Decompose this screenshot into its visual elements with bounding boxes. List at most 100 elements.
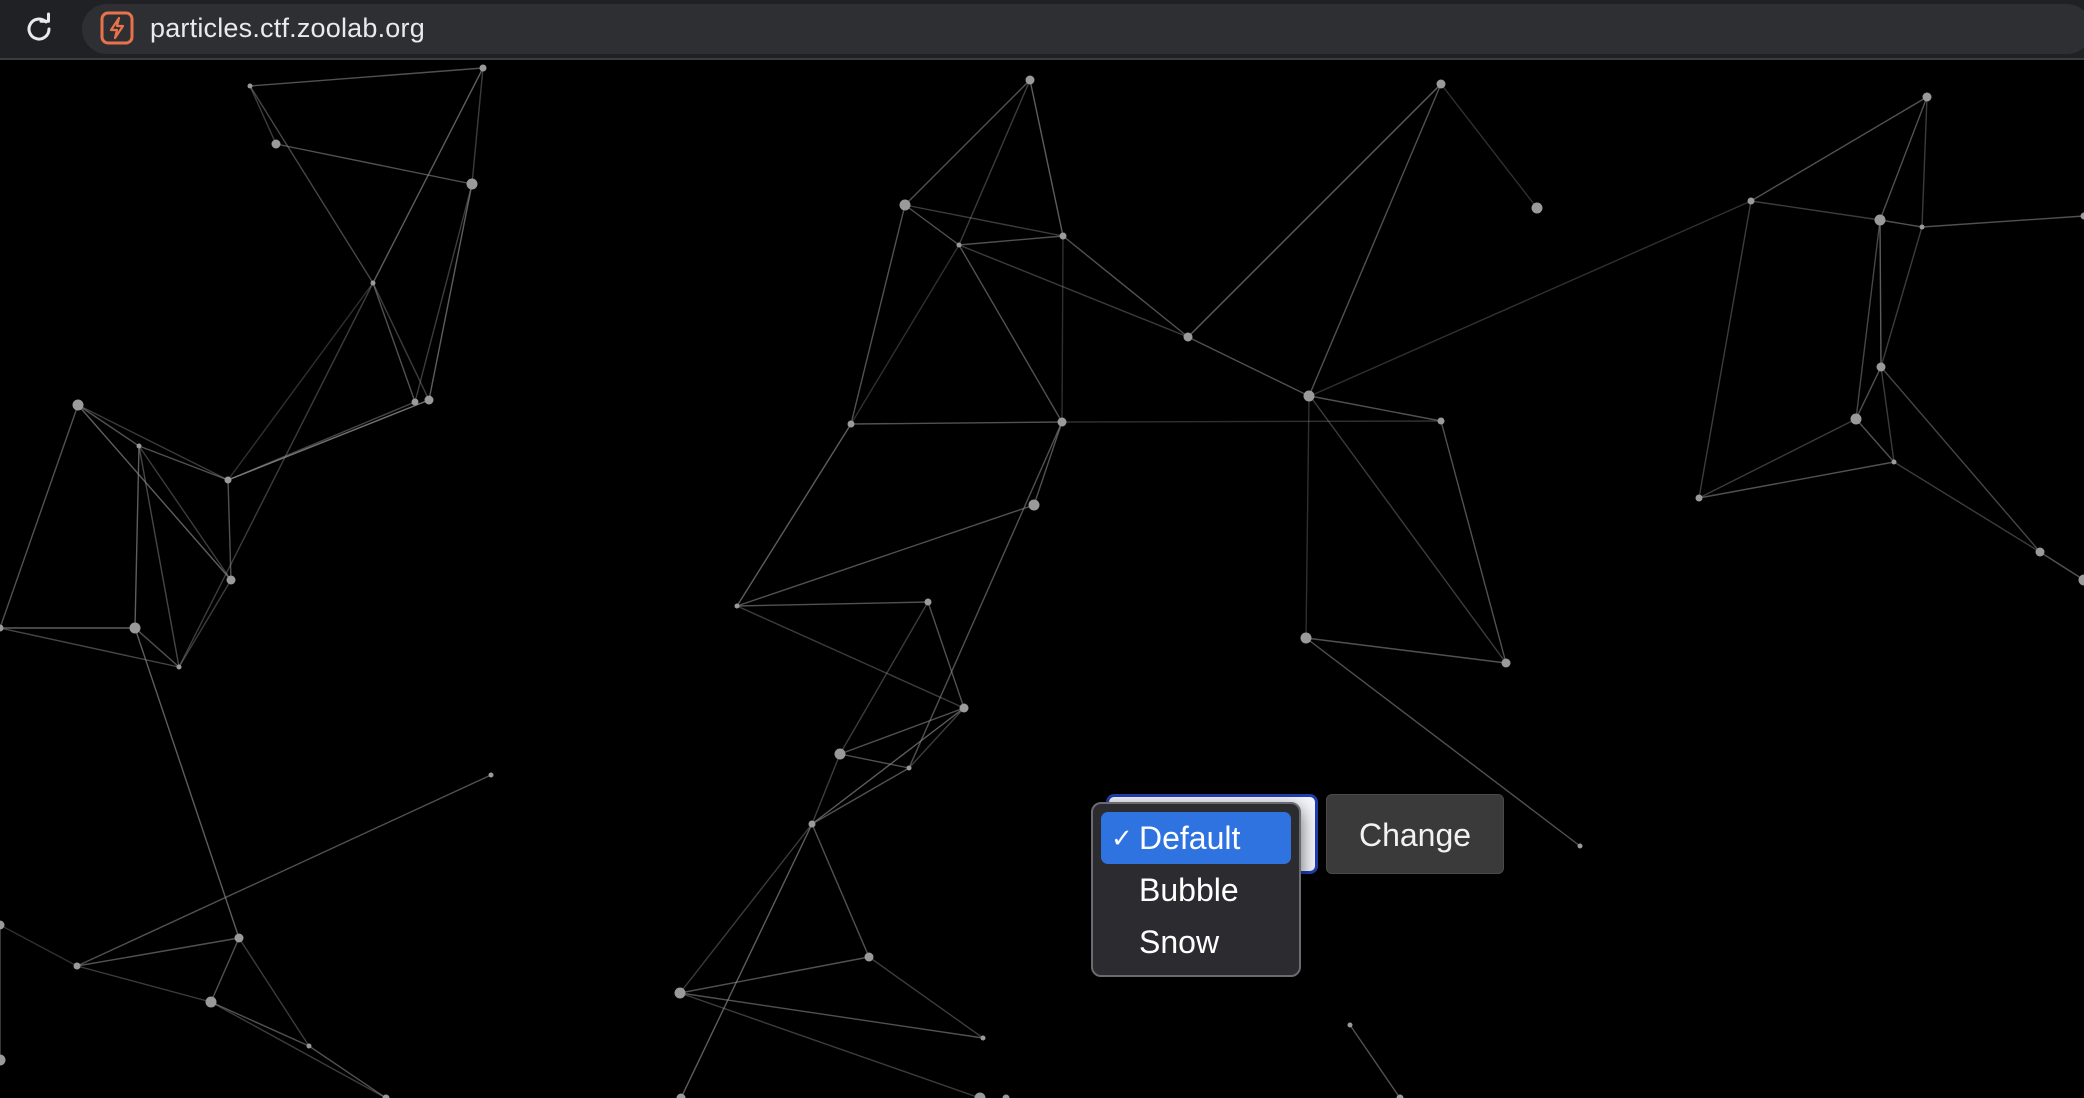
particle-dot xyxy=(1891,459,1897,465)
particle-dot xyxy=(924,598,932,606)
particle-dot xyxy=(424,395,434,405)
url-text[interactable]: particles.ctf.zoolab.org xyxy=(150,11,425,45)
particle-dot xyxy=(674,987,686,999)
particle-dot xyxy=(226,575,236,585)
particle-link xyxy=(1308,83,1442,397)
particle-dot xyxy=(1059,232,1067,240)
particle-link xyxy=(275,143,473,185)
particle-dot xyxy=(1922,92,1932,102)
particle-link xyxy=(811,767,910,825)
particle-dot xyxy=(1501,658,1511,668)
particle-link xyxy=(736,605,965,709)
particle-dot xyxy=(906,765,912,771)
particle-link xyxy=(958,244,1063,423)
particle-link xyxy=(1440,420,1507,664)
particle-link xyxy=(1061,235,1064,423)
particle-link xyxy=(1309,200,1752,397)
particle-link xyxy=(908,707,965,769)
particle-link xyxy=(1879,219,1923,228)
particle-link xyxy=(76,774,492,967)
particle-link xyxy=(1309,395,1507,664)
reload-button[interactable] xyxy=(18,8,60,50)
particle-link xyxy=(1698,418,1857,499)
particle-link xyxy=(1855,219,1881,420)
particle-dot xyxy=(271,139,281,149)
particle-link xyxy=(679,992,981,1098)
particle-link xyxy=(1062,235,1189,338)
particle-dot xyxy=(1577,843,1583,849)
particle-link xyxy=(850,204,906,425)
particle-link xyxy=(1750,200,1881,221)
particle-link xyxy=(1305,637,1507,664)
particle-link xyxy=(138,445,229,481)
particle-link xyxy=(1893,461,2041,553)
option-bubble[interactable]: Bubble xyxy=(1101,864,1291,916)
particle-link xyxy=(1750,96,1928,202)
particle-dot xyxy=(136,443,142,449)
particle-dot xyxy=(974,1092,986,1098)
particle-dot xyxy=(0,920,5,930)
particle-link xyxy=(680,823,813,1098)
particle-link xyxy=(811,823,870,958)
lightning-bolt-icon xyxy=(100,11,134,45)
particle-dot xyxy=(1874,214,1886,226)
particle-link xyxy=(77,404,232,581)
particle-link xyxy=(839,601,929,755)
particle-dot xyxy=(2035,547,2045,557)
particle-link xyxy=(958,244,1189,338)
particle-link xyxy=(76,965,212,1003)
particle-dot xyxy=(1300,632,1312,644)
particle-link xyxy=(414,183,473,403)
particle-link xyxy=(736,504,1035,607)
particle-dot xyxy=(129,622,141,634)
particle-link xyxy=(1187,83,1442,338)
browser-toolbar: particles.ctf.zoolab.org xyxy=(0,0,2084,60)
particle-dot xyxy=(1002,1094,1010,1098)
particle-link xyxy=(1309,395,1442,422)
particle-link xyxy=(1440,83,1538,209)
particle-dot xyxy=(864,952,874,962)
particle-dot xyxy=(0,624,4,632)
particle-dot xyxy=(1919,224,1925,230)
option-snow[interactable]: Snow xyxy=(1101,916,1291,968)
option-default[interactable]: ✓ Default xyxy=(1101,812,1291,864)
particle-link xyxy=(1029,79,1064,237)
particles-canvas xyxy=(0,64,2084,1098)
particle-link xyxy=(178,579,232,668)
particle-link xyxy=(210,1001,387,1098)
particle-link xyxy=(850,421,1063,425)
particle-link xyxy=(1061,420,1442,423)
particle-dot xyxy=(2080,212,2084,220)
option-label: Snow xyxy=(1139,924,1220,960)
particle-dot xyxy=(234,933,244,943)
particle-link xyxy=(138,445,232,581)
particle-link xyxy=(249,85,374,284)
particle-link xyxy=(1880,226,1923,368)
particle-link xyxy=(904,79,1031,206)
particle-dot xyxy=(734,603,740,609)
particle-link xyxy=(958,235,1064,246)
particle-dot xyxy=(411,398,419,406)
particle-link xyxy=(1921,96,1928,228)
particle-link xyxy=(850,244,960,425)
particle-dot xyxy=(370,280,376,286)
particle-dot xyxy=(1850,413,1862,425)
particle-dot xyxy=(959,703,969,713)
particle-link xyxy=(0,924,78,967)
particle-dot xyxy=(2078,574,2084,586)
particle-dot xyxy=(176,664,182,670)
particle-link xyxy=(76,937,240,967)
particle-link xyxy=(1033,421,1063,506)
particle-dot xyxy=(0,1054,6,1066)
particle-dot xyxy=(1025,75,1035,85)
particle-link xyxy=(138,445,180,668)
particle-link xyxy=(958,79,1031,246)
reload-icon xyxy=(27,12,51,41)
particle-dot xyxy=(1436,79,1446,89)
particle-link xyxy=(1698,461,1895,499)
particle-link xyxy=(1921,215,2084,228)
change-button[interactable]: Change xyxy=(1326,794,1504,874)
particle-link xyxy=(839,753,910,769)
option-label: Default xyxy=(1139,820,1241,856)
particle-link xyxy=(249,85,277,145)
